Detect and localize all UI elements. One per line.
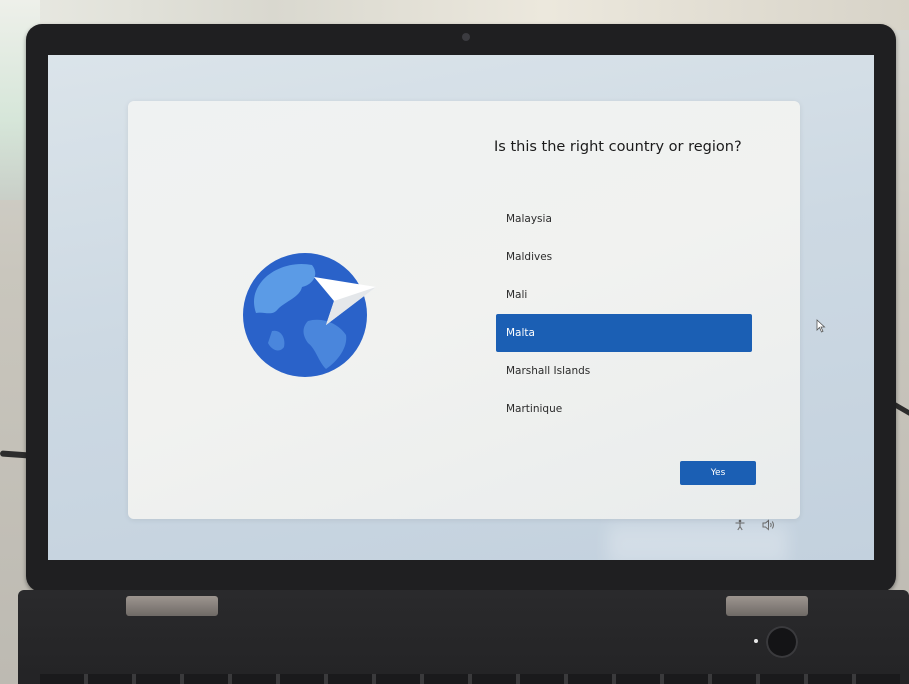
screen-glare xyxy=(608,525,788,560)
hinge xyxy=(126,596,218,616)
list-item-malta-selected[interactable]: Malta xyxy=(496,314,752,352)
list-item-marshall-islands[interactable]: Marshall Islands xyxy=(496,352,752,390)
power-button[interactable] xyxy=(766,626,798,658)
laptop-screen: Is this the right country or region? Mal… xyxy=(48,55,874,560)
cursor-icon xyxy=(816,319,826,333)
list-item-martinique[interactable]: Martinique xyxy=(496,390,752,428)
list-item-malaysia[interactable]: Malaysia xyxy=(496,200,752,238)
webcam xyxy=(462,33,470,41)
list-item-mali[interactable]: Mali xyxy=(496,276,752,314)
hinge xyxy=(726,596,808,616)
list-item-maldives[interactable]: Maldives xyxy=(496,238,752,276)
power-led xyxy=(754,639,758,643)
page-title: Is this the right country or region? xyxy=(494,139,742,155)
yes-button[interactable]: Yes xyxy=(680,461,756,485)
globe-icon xyxy=(243,253,376,377)
setup-card: Is this the right country or region? Mal… xyxy=(128,101,800,519)
country-list[interactable]: Malaysia Maldives Mali Malta Marshall Is… xyxy=(496,200,752,428)
keyboard-keys xyxy=(40,674,900,684)
photo-scene: Is this the right country or region? Mal… xyxy=(0,0,909,684)
